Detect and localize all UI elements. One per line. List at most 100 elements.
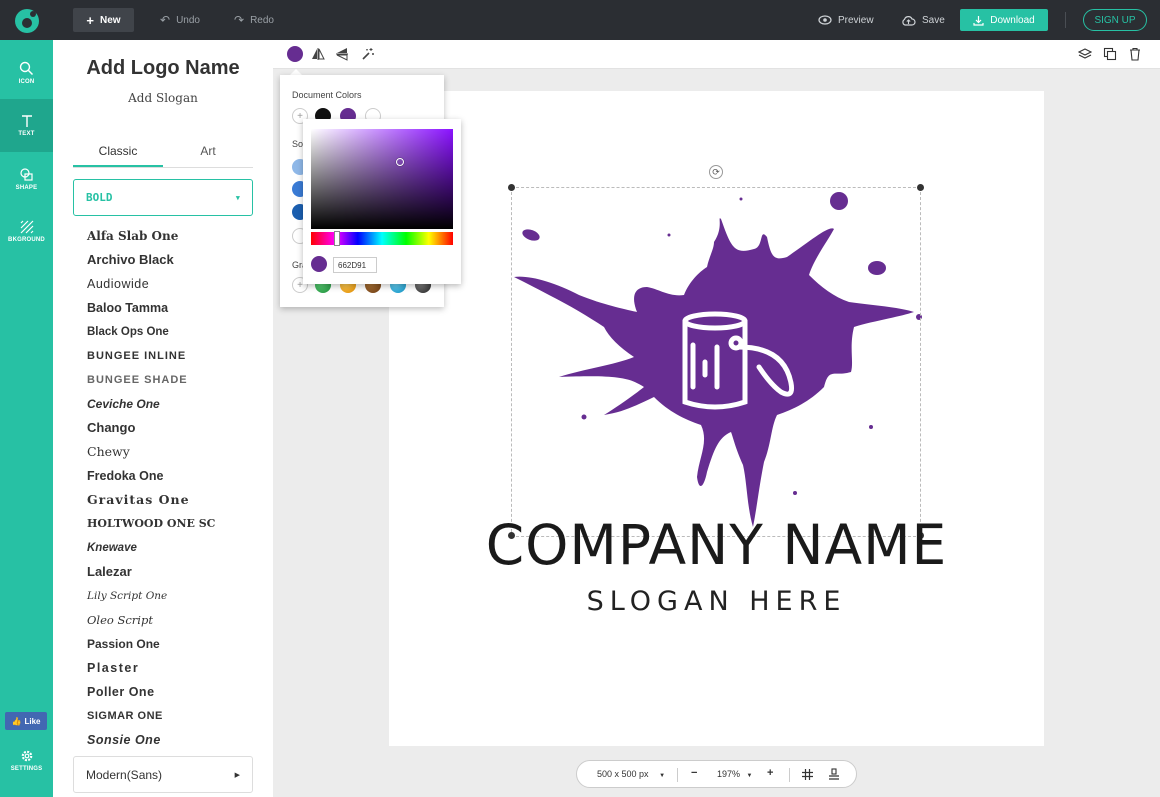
search-icon [19, 61, 34, 75]
font-item[interactable]: SIGMAR ONE [87, 704, 247, 728]
font-item[interactable]: Fredoka One [87, 464, 247, 488]
tab-art[interactable]: Art [163, 144, 253, 167]
font-item[interactable]: BUNGEE INLINE [87, 344, 247, 368]
flip-vertical-icon[interactable] [335, 47, 349, 61]
font-item[interactable]: Lily Script One [87, 584, 247, 608]
sidebar-item-background[interactable]: BKGROUND [0, 205, 53, 258]
align-center-icon[interactable] [828, 768, 840, 780]
rotate-handle-icon[interactable]: ⟳ [709, 165, 723, 179]
caret-down-icon: ▼ [659, 773, 666, 779]
flip-horizontal-icon[interactable] [311, 47, 325, 61]
sidebar-item-label: TEXT [18, 131, 35, 137]
redo-button[interactable]: ↷ Redo [234, 8, 274, 32]
signup-button[interactable]: SIGN UP [1083, 9, 1147, 31]
chevron-right-icon: ▶ [234, 771, 240, 779]
resize-handle[interactable] [508, 184, 515, 191]
font-item[interactable]: Chango [87, 416, 247, 440]
font-item[interactable]: Audiowide [87, 272, 247, 296]
sidebar: ICON TEXT SHAPE BKGROUND 👍 Like SETTINGS [0, 40, 53, 797]
preview-button[interactable]: Preview [818, 8, 874, 32]
top-bar: + New ↶ Undo ↷ Redo Preview Save Downloa… [0, 0, 1160, 40]
sidebar-item-icon[interactable]: ICON [0, 46, 53, 99]
save-label: Save [922, 14, 945, 26]
save-button[interactable]: Save [901, 8, 945, 32]
facebook-like-button[interactable]: 👍 Like [5, 712, 47, 730]
grid-icon[interactable] [802, 769, 813, 780]
font-item[interactable]: Chewy [87, 440, 247, 464]
design-canvas[interactable]: ⟳ COMPANY NAME SLOGAN HERE [389, 91, 1044, 746]
undo-button[interactable]: ↶ Undo [160, 8, 200, 32]
hue-slider[interactable] [311, 232, 453, 245]
sidebar-item-text[interactable]: TEXT [0, 99, 53, 152]
magic-wand-icon[interactable] [361, 47, 375, 61]
divider [677, 768, 678, 782]
zoom-dropdown[interactable]: 197% ▼ [717, 769, 753, 779]
download-button[interactable]: Download [960, 9, 1048, 31]
zoom-bar: 500 x 500 px ▼ − 197% ▼ + [576, 760, 857, 788]
font-item[interactable]: Baloo Tamma [87, 296, 247, 320]
slogan-text[interactable]: SLOGAN HERE [389, 586, 1044, 617]
thumbs-up-icon: 👍 [11, 716, 22, 726]
canvas-size-label: 500 x 500 px [597, 769, 649, 779]
font-item[interactable]: Black Ops One [87, 320, 247, 344]
zoom-level-label: 197% [717, 769, 741, 779]
like-label: Like [24, 716, 41, 726]
font-item[interactable]: Passion One [87, 632, 247, 656]
zoom-out-button[interactable]: − [691, 767, 697, 779]
layers-icon[interactable] [1078, 47, 1092, 61]
document-colors-label: Document Colors [292, 90, 362, 100]
font-category-modern[interactable]: Modern(Sans) ▶ [73, 756, 253, 793]
context-toolbar [273, 40, 1160, 69]
new-button[interactable]: + New [73, 8, 134, 32]
canvas-size-dropdown[interactable]: 500 x 500 px ▼ [597, 769, 665, 779]
font-category-dropdown[interactable]: BOLD ▼ [73, 179, 253, 216]
font-item[interactable]: Oleo Script [87, 608, 247, 632]
duplicate-icon[interactable] [1103, 47, 1117, 61]
trash-icon[interactable] [1128, 47, 1142, 61]
font-item[interactable]: Archivo Black [87, 248, 247, 272]
cloud-upload-icon [902, 15, 916, 26]
shape-icon [20, 167, 33, 181]
selected-category-label: BOLD [86, 191, 113, 204]
sidebar-item-label: ICON [18, 78, 35, 85]
font-tabs: Classic Art [73, 144, 253, 168]
divider [1065, 12, 1066, 28]
slogan-input[interactable]: Add Slogan [53, 91, 273, 105]
font-item[interactable]: Plaster [87, 656, 247, 680]
plus-icon: + [86, 12, 95, 28]
resize-handle[interactable] [917, 184, 924, 191]
fill-color-swatch[interactable] [287, 46, 303, 62]
company-name-text[interactable]: COMPANY NAME [389, 513, 1044, 577]
saturation-cursor[interactable] [396, 158, 404, 166]
selection-box[interactable] [511, 187, 921, 537]
hue-slider-handle[interactable] [334, 231, 340, 246]
caret-down-icon: ▼ [235, 193, 240, 202]
sidebar-item-label: SETTINGS [10, 766, 43, 772]
redo-label: Redo [250, 14, 274, 26]
logo-name-input[interactable]: Add Logo Name [53, 57, 273, 80]
font-item[interactable]: Poller One [87, 680, 247, 704]
hex-input[interactable]: 662D91 [333, 257, 377, 273]
font-list: Alfa Slab One Archivo Black Audiowide Ba… [87, 224, 247, 752]
sidebar-item-shape[interactable]: SHAPE [0, 152, 53, 205]
font-item[interactable]: Lalezar [87, 560, 247, 584]
divider [789, 768, 790, 782]
font-item[interactable]: BUNGEE SHADE [87, 368, 247, 392]
category-label: Modern(Sans) [86, 767, 163, 782]
tab-classic[interactable]: Classic [73, 144, 163, 167]
saturation-value-area[interactable] [311, 129, 453, 229]
sidebar-item-label: SHAPE [15, 184, 38, 191]
font-item[interactable]: Sonsie One [87, 728, 247, 752]
solid-colors-label: So [292, 139, 304, 149]
font-item[interactable]: Ceviche One [87, 392, 247, 416]
undo-icon: ↶ [160, 13, 171, 27]
font-item[interactable]: Knewave [87, 536, 247, 560]
zoom-in-button[interactable]: + [767, 767, 773, 779]
font-item[interactable]: HOLTWOOD ONE SC [87, 512, 247, 536]
sidebar-item-settings[interactable]: SETTINGS [0, 734, 53, 787]
app-logo-icon[interactable] [14, 8, 40, 34]
font-item[interactable]: Gravitas One [87, 488, 247, 512]
gear-icon [21, 750, 32, 762]
font-item[interactable]: Alfa Slab One [87, 224, 247, 248]
preview-label: Preview [838, 14, 874, 26]
